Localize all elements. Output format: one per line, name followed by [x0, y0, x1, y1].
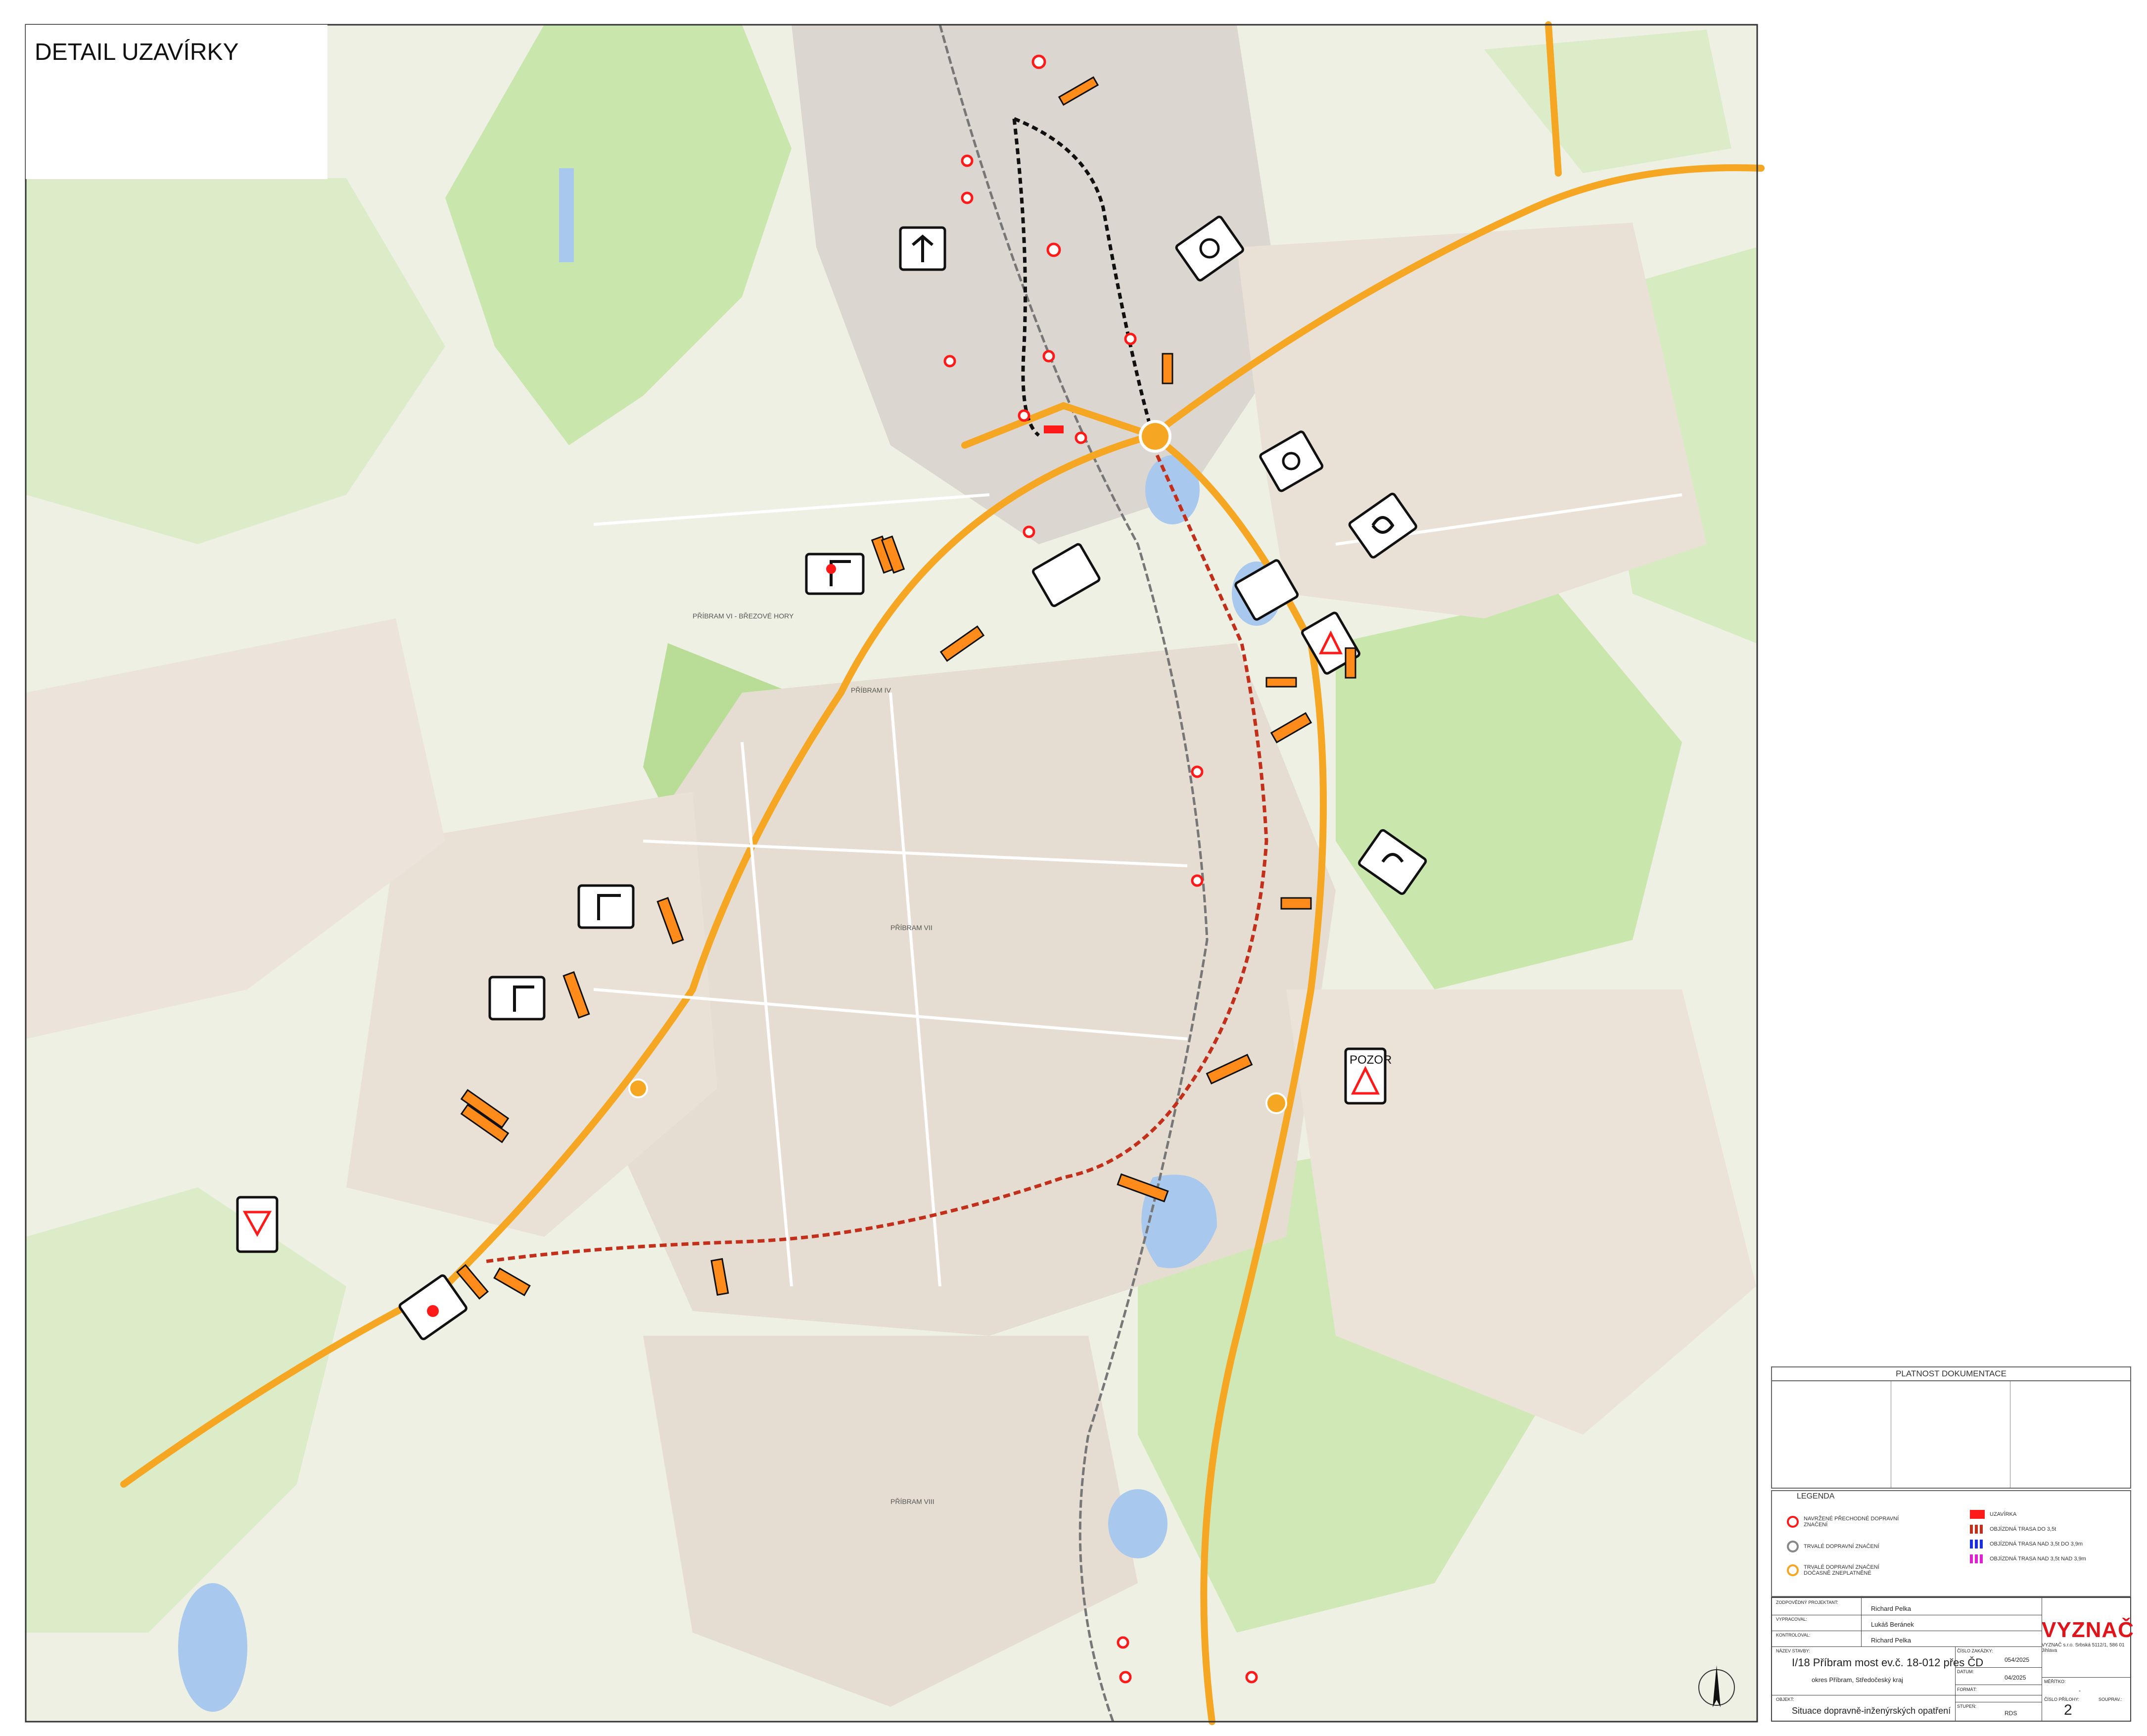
- sign-board-pozor[interactable]: POZOR: [1344, 1047, 1392, 1105]
- tb-label: NÁZEV STAVBY:: [1776, 1648, 1810, 1653]
- pozor-text: POZOR: [1350, 1053, 1392, 1067]
- tb-label: MĚŘÍTKO:: [2044, 1679, 2066, 1684]
- legend-label: UZAVÍRKA: [1990, 1511, 2017, 1517]
- gray-sign-icon: [1787, 1541, 1799, 1552]
- legend-item: OBJÍZDNÁ TRASA NAD 3,5t DO 3,9m: [1970, 1540, 2083, 1548]
- tb-label: VYPRACOVAL:: [1776, 1617, 1807, 1622]
- legend-item: NAVRŽENÉ PŘECHODNÉ DOPRAVNÍ ZNAČENÍ: [1787, 1516, 1903, 1528]
- sign-board[interactable]: [488, 976, 546, 1021]
- tb-value: 054/2025: [2005, 1656, 2030, 1663]
- district-label: PŘÍBRAM VIII: [890, 1498, 934, 1505]
- platnost-col: [1772, 1381, 1891, 1488]
- closure-swatch: [1970, 1510, 1985, 1519]
- platnost-col: [2010, 1381, 2129, 1488]
- district-label: PŘÍBRAM IV: [851, 686, 891, 694]
- project-location: okres Příbram, Středočeský kraj: [1812, 1676, 1903, 1684]
- legend-box: LEGENDA NAVRŽENÉ PŘECHODNÉ DOPRAVNÍ ZNAČ…: [1771, 1490, 2131, 1597]
- company-address: VYZNAČ s.r.o. Srbská 5112/1, 586 01 Jihl…: [2042, 1642, 2125, 1653]
- title-block: ZODPOVĚDNÝ PROJEKTANT: Richard Pelka VYP…: [1771, 1597, 2134, 1722]
- legend-label: TRVALÉ DOPRAVNÍ ZNAČENÍ: [1804, 1544, 1879, 1549]
- legend-item: TRVALÉ DOPRAVNÍ ZNAČENÍ DOČASNĚ ZNEPLATN…: [1787, 1564, 1903, 1576]
- tb-label: OBJEKT:: [1776, 1697, 1794, 1702]
- tb-label: KONTROLOVAL:: [1776, 1633, 1811, 1638]
- detour-swatch: [1970, 1525, 1985, 1534]
- legend-label: OBJÍZDNÁ TRASA DO 3,5t: [1990, 1526, 2056, 1532]
- legend-label: OBJÍZDNÁ TRASA NAD 3,5t DO 3,9m: [1990, 1541, 2083, 1547]
- legend-item: OBJÍZDNÁ TRASA NAD 3,5t NAD 3,9m: [1970, 1554, 2086, 1563]
- legend-item: OBJÍZDNÁ TRASA DO 3,5t: [1970, 1525, 2056, 1534]
- district-label: PŘÍBRAM VI - BŘEZOVÉ HORY: [693, 612, 794, 620]
- sign-board-pozor[interactable]: [236, 1196, 279, 1253]
- north-arrow-icon: [1698, 1665, 1735, 1707]
- legend-item: TRVALÉ DOPRAVNÍ ZNAČENÍ: [1787, 1541, 1903, 1552]
- tb-value: -: [2079, 1687, 2081, 1694]
- tb-label: DATUM:: [1957, 1669, 1974, 1674]
- tb-value: Lukáš Beránek: [1871, 1621, 1914, 1628]
- legend-item: UZAVÍRKA: [1970, 1510, 2016, 1519]
- closure-marker: [1044, 425, 1064, 433]
- tb-label: FORMÁT:: [1957, 1687, 1977, 1692]
- sign-board[interactable]: [899, 226, 946, 271]
- platnost-col: [1891, 1381, 2010, 1488]
- tb-label: ČÍSLO ZAKÁZKY:: [1957, 1648, 1993, 1653]
- tb-value: Richard Pelka: [1871, 1605, 1911, 1612]
- tb-label: SOUPRAV.:: [2099, 1697, 2122, 1702]
- sign-board[interactable]: [577, 884, 635, 929]
- attachment-number: 2: [2064, 1702, 2072, 1718]
- detour-swatch: [1970, 1554, 1985, 1563]
- company-logo: VYZNAČ VYZNAČ s.r.o. Srbská 5112/1, 586 …: [2042, 1618, 2134, 1662]
- tb-value: RDS: [2005, 1710, 2017, 1717]
- legend-label: TRVALÉ DOPRAVNÍ ZNAČENÍ DOČASNĚ ZNEPLATN…: [1804, 1564, 1879, 1576]
- tb-value: Richard Pelka: [1871, 1637, 1911, 1644]
- detour-swatch: [1970, 1540, 1985, 1548]
- orange-sign-icon: [1787, 1564, 1799, 1576]
- tb-label: STUPEŇ:: [1957, 1704, 1977, 1709]
- sign-board[interactable]: [805, 553, 865, 595]
- legend-label: NAVRŽENÉ PŘECHODNÉ DOPRAVNÍ ZNAČENÍ: [1804, 1516, 1899, 1528]
- detail-title: DETAIL UZAVÍRKY: [35, 39, 239, 65]
- drawing-title: Situace dopravně-inženýrských opatření: [1792, 1706, 1951, 1716]
- red-sign-icon: [1787, 1516, 1799, 1528]
- platnost-box: PLATNOST DOKUMENTACE: [1771, 1366, 2131, 1489]
- legend-label: OBJÍZDNÁ TRASA NAD 3,5t NAD 3,9m: [1990, 1556, 2086, 1562]
- company-name: VYZNAČ: [2042, 1618, 2134, 1642]
- project-name: I/18 Příbram most ev.č. 18-012 přes ČD: [1792, 1656, 1984, 1669]
- platnost-title: PLATNOST DOKUMENTACE: [1772, 1367, 2130, 1381]
- legend-title: LEGENDA: [1797, 1492, 1835, 1501]
- tb-value: 04/2025: [2005, 1674, 2026, 1681]
- tb-label: ZODPOVĚDNÝ PROJEKTANT:: [1776, 1600, 1838, 1605]
- district-label: PŘÍBRAM VII: [890, 924, 933, 932]
- tb-label: ČÍSLO PŘÍLOHY:: [2044, 1697, 2080, 1702]
